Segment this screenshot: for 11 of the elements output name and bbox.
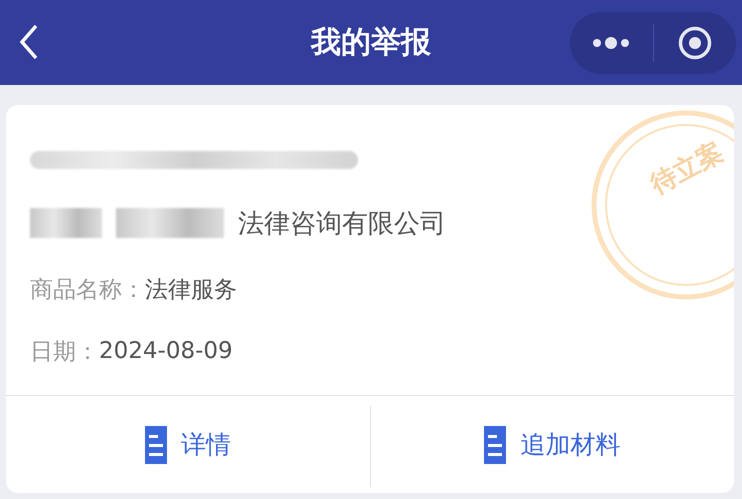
more-icon[interactable] [592,36,630,50]
page-title: 我的举报 [311,24,431,62]
action-button[interactable]: 详情 [6,396,370,493]
company-name: 法律咨询有限公司 [238,208,446,240]
field-value: 法律服务 [145,276,237,304]
document-icon [144,426,167,464]
field-label: 日期： [30,338,99,366]
action-button[interactable]: 追加材料 [370,396,734,493]
field-value: 2024-08-09 [99,338,233,364]
field-label: 商品名称： [30,276,145,304]
document-icon [484,426,506,464]
